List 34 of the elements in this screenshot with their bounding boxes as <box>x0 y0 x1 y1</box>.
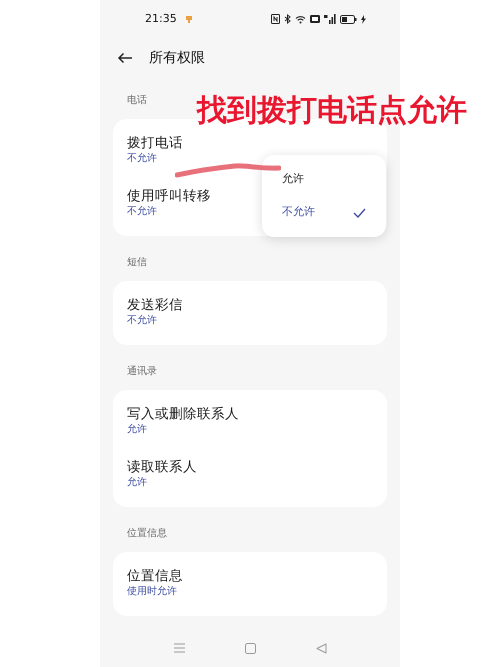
home-icon[interactable] <box>244 642 256 654</box>
section-title: 位置信息 <box>126 526 167 541</box>
permission-name[interactable]: 写入或删除联系人 <box>127 405 239 423</box>
signal-icon <box>324 14 336 24</box>
permission-name[interactable]: 拨打电话 <box>127 134 183 152</box>
hd-icon <box>310 15 320 23</box>
permission-value: 不允许 <box>127 152 157 166</box>
back-icon[interactable] <box>117 52 133 64</box>
bluetooth-icon <box>284 14 291 24</box>
wifi-icon <box>295 14 306 24</box>
charging-icon <box>361 14 366 24</box>
section-title: 电话 <box>126 94 147 108</box>
permission-value: 允许 <box>127 423 147 437</box>
permission-value: 使用时允许 <box>127 585 177 599</box>
menu-option[interactable]: 允许 <box>282 171 304 188</box>
section-title: 短信 <box>126 256 147 270</box>
battery-icon <box>340 14 357 24</box>
permission-value: 不允许 <box>127 205 157 219</box>
menu-icon[interactable] <box>174 643 184 653</box>
permission-value: 不允许 <box>127 314 157 328</box>
status-time: 21:35 <box>145 10 177 27</box>
permission-name[interactable]: 使用呼叫转移 <box>127 187 211 205</box>
permission-name[interactable]: 位置信息 <box>127 567 183 585</box>
permission-name[interactable]: 读取联系人 <box>127 458 197 476</box>
check-icon <box>353 208 366 218</box>
permission-name[interactable]: 发送彩信 <box>127 296 183 314</box>
page-title: 所有权限 <box>149 48 205 68</box>
section-title: 通讯录 <box>126 364 157 379</box>
back-nav-icon[interactable] <box>316 642 326 654</box>
nfc-icon <box>271 14 280 24</box>
permission-value: 允许 <box>127 476 147 490</box>
notification-icon <box>184 14 193 24</box>
menu-option[interactable]: 不允许 <box>282 204 315 221</box>
annotation-text: 找到拨打电话点允许 <box>197 92 467 130</box>
